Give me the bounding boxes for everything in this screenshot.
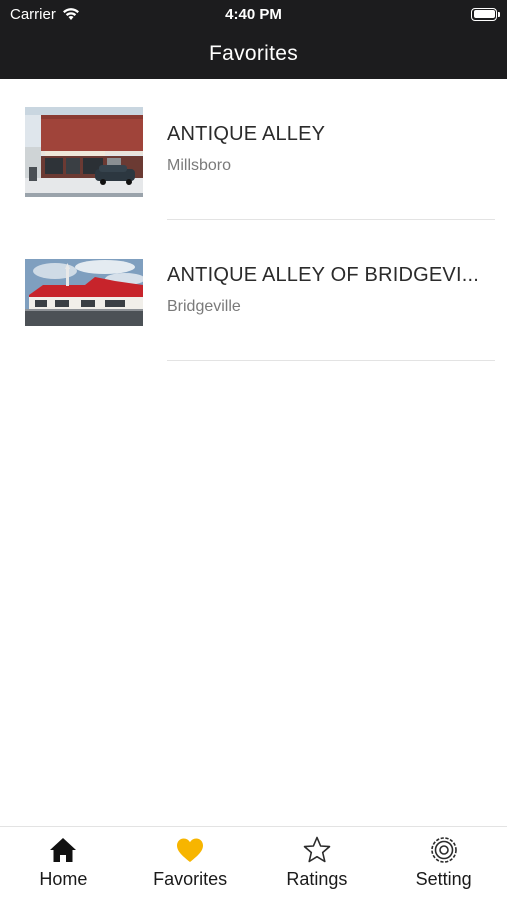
status-left: Carrier [10,6,80,23]
tab-favorites[interactable]: Favorites [127,827,254,900]
tab-home[interactable]: Home [0,827,127,900]
store-photo-bridgeville [25,259,143,326]
tab-ratings[interactable]: Ratings [254,827,381,900]
nav-bar: Favorites [0,28,507,79]
heart-icon [177,838,204,862]
status-bar: Carrier 4:40 PM [0,0,507,28]
store-name: ANTIQUE ALLEY OF BRIDGEVI... [167,264,479,286]
carrier-label: Carrier [10,5,56,23]
divider [167,360,495,361]
home-icon [50,838,77,862]
store-location: Millsboro [167,157,232,174]
tab-label: Home [39,869,88,889]
tab-label: Setting [415,869,472,889]
battery-fill [473,10,495,18]
store-location: Bridgeville [167,298,241,315]
wifi-icon [62,8,79,20]
tab-bar: Home Favorites Ratings Setting [0,826,507,900]
list-item[interactable]: ANTIQUE ALLEY Millsboro [0,79,507,220]
tab-label: Favorites [153,869,228,889]
tab-label: Ratings [286,869,348,889]
store-name: ANTIQUE ALLEY [167,123,326,145]
page-title: Favorites [208,41,299,65]
star-icon [303,836,331,863]
gear-icon [430,837,457,863]
list-item[interactable]: ANTIQUE ALLEY OF BRIDGEVI... Bridgeville [0,220,507,361]
store-photo-millsboro [25,107,143,197]
battery-icon [471,7,500,21]
tab-setting[interactable]: Setting [380,827,507,900]
